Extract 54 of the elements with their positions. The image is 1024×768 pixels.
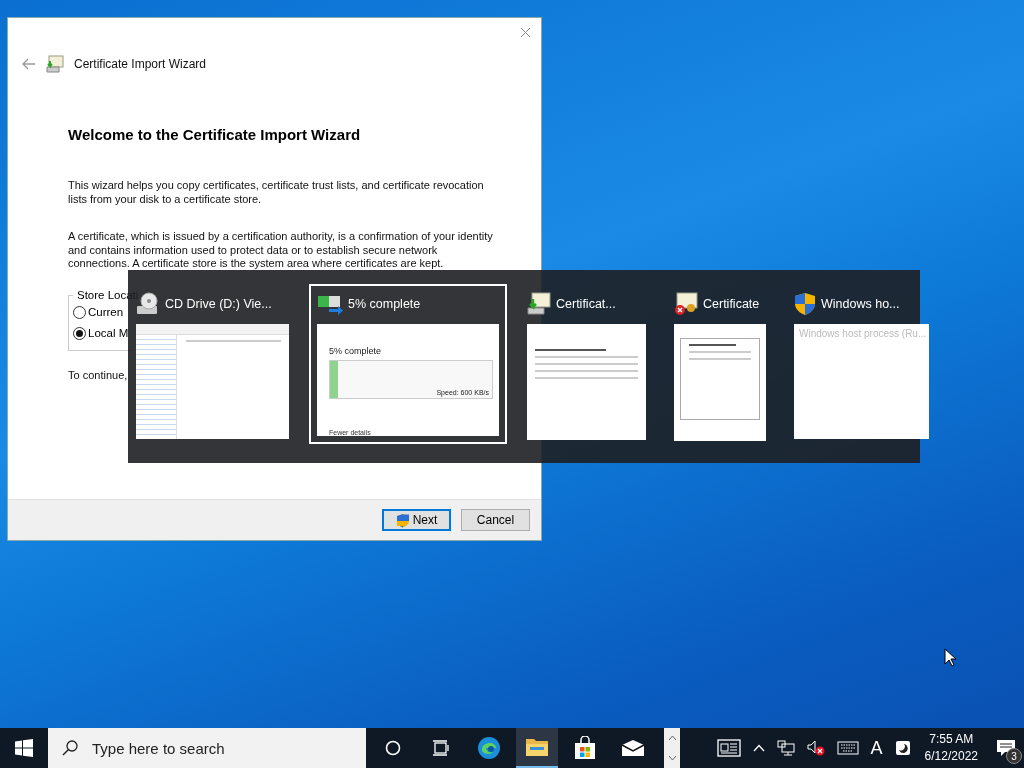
task-switcher-item[interactable]: Windows ho... Windows host process (Ru... (786, 284, 937, 447)
radio-label: Curren (88, 306, 124, 318)
news-icon[interactable] (716, 739, 741, 757)
taskbar-app-button[interactable] (516, 728, 558, 768)
shield-icon (794, 292, 816, 316)
folder-icon (525, 737, 549, 757)
notification-badge: 3 (1006, 748, 1022, 764)
back-arrow-icon[interactable] (22, 58, 36, 70)
network-icon[interactable] (776, 740, 795, 756)
close-icon[interactable] (520, 27, 531, 38)
clock[interactable]: 7:55 AM 6/12/2022 (924, 731, 978, 765)
file-copy-icon (317, 293, 343, 315)
certificate-icon (527, 292, 551, 316)
window-title: CD Drive (D:) Vie... (165, 297, 272, 311)
task-switcher-item[interactable]: Certificate (666, 284, 774, 449)
chevron-up-icon (667, 735, 677, 741)
clock-date: 6/12/2022 (924, 748, 978, 765)
wizard-heading: Welcome to the Certificate Import Wizard (68, 126, 362, 143)
search-bar[interactable]: Type here to search (48, 728, 366, 768)
envelope-icon (621, 739, 645, 757)
window-title: Certificate (703, 297, 760, 311)
window-title: Windows ho... (821, 297, 900, 311)
certificate-icon (46, 55, 64, 73)
wizard-description: This wizard helps you copy certificates, certificate trust lists, and certificate revocation lists from your disk to a certificate store. (68, 179, 485, 206)
next-button[interactable]: Next (382, 509, 451, 531)
window-title: Certificat... (556, 297, 616, 311)
chevron-up-icon[interactable] (752, 744, 765, 752)
search-icon (62, 740, 78, 756)
task-view-icon (432, 740, 450, 756)
search-input[interactable]: Type here to search (90, 738, 354, 758)
radio-label: Local M (88, 327, 129, 339)
instruction-text: To continue, (68, 368, 128, 382)
disc-drive-icon (136, 292, 160, 316)
window-title: Certificate Import Wizard (74, 57, 207, 71)
window-title: 5% complete (348, 297, 421, 311)
certificate-error-icon (674, 292, 698, 316)
preview-caption: Windows host process (Ru... (799, 328, 928, 339)
windows-start-icon[interactable] (15, 739, 33, 757)
input-method-indicator[interactable]: A (870, 737, 883, 759)
task-switcher-item[interactable]: Certificat... (519, 284, 654, 448)
circle-icon (385, 740, 401, 756)
speaker-muted-icon[interactable] (806, 740, 825, 756)
taskbar-scroll-buttons[interactable] (664, 728, 680, 768)
cancel-button[interactable]: Cancel (461, 509, 530, 531)
clock-time: 7:55 AM (929, 731, 974, 748)
mouse-cursor-icon (944, 648, 956, 667)
keyboard-icon[interactable] (836, 741, 859, 755)
preview-status-text: 5% complete (329, 346, 383, 356)
shield-icon (395, 512, 410, 528)
moon-icon[interactable] (894, 740, 911, 756)
shopping-bag-icon (574, 736, 596, 760)
chevron-down-icon (667, 755, 677, 761)
browser-icon (477, 736, 501, 760)
wizard-description: A certificate, which is issued by a certification authority, is a confirmation of your identity and contains information used to protect data or to establish secure network connections. A certificate store is the system area where certificates are kept. (68, 230, 494, 271)
